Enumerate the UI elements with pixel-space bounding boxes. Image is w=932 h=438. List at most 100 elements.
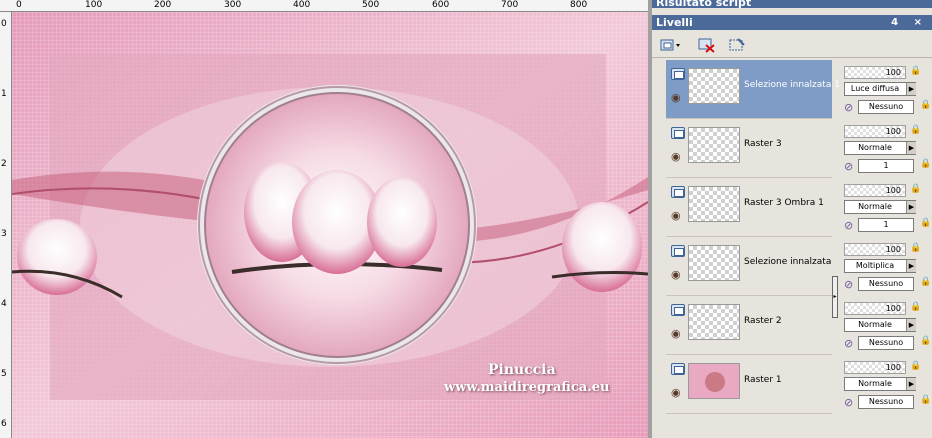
- mask-value[interactable]: 1: [858, 159, 914, 173]
- lock-icon[interactable]: 🔒: [910, 125, 926, 138]
- layer-props-row: 100 🔒 Luce diffusa ▶ ⊘ Nessuno 🔒: [840, 60, 931, 119]
- lock-icon[interactable]: 🔒: [910, 184, 926, 197]
- layer-thumbnail: [688, 127, 740, 163]
- layer-row[interactable]: ◉ Raster 2: [666, 296, 832, 355]
- mask-value[interactable]: Nessuno: [858, 336, 914, 350]
- lock-icon[interactable]: 🔒: [920, 159, 931, 169]
- delete-layer-button[interactable]: [696, 35, 718, 55]
- mask-link-icon: ⊘: [844, 219, 854, 232]
- mask-row: ⊘ Nessuno: [844, 277, 916, 291]
- ruler-label: 2: [1, 159, 7, 169]
- ruler-label: 300: [224, 0, 242, 10]
- ruler-label: 400: [293, 0, 311, 10]
- opacity-slider[interactable]: 100: [844, 243, 906, 256]
- mask-value[interactable]: 1: [858, 218, 914, 232]
- lock-icon[interactable]: 🔒: [910, 66, 926, 79]
- layer-name: Selezione innalzata: [744, 257, 832, 267]
- layer-type-icon: [671, 68, 685, 80]
- visibility-eye-icon[interactable]: ◉: [671, 386, 681, 399]
- script-result-title[interactable]: Risultato script: [652, 0, 932, 8]
- layers-palette: Risultato script Livelli 4 × ◉ Selezione…: [652, 0, 932, 438]
- layer-props-row: 100 🔒 Normale ▶ ⊘ 1 🔒: [840, 119, 931, 178]
- new-layer-icon: [660, 39, 680, 51]
- watermark-name: Pinuccia: [488, 362, 556, 378]
- layer-thumbnail: [688, 363, 740, 399]
- vertical-ruler: 0 1 2 3 4 5 6: [0, 12, 12, 438]
- blend-dropdown-arrow-icon[interactable]: ▶: [906, 201, 916, 213]
- visibility-eye-icon[interactable]: ◉: [671, 150, 681, 163]
- ruler-label: 0: [1, 19, 7, 29]
- visibility-eye-icon[interactable]: ◉: [671, 268, 681, 281]
- blend-dropdown-arrow-icon[interactable]: ▶: [906, 260, 916, 272]
- layer-type-icon: [671, 363, 685, 375]
- layers-title[interactable]: Livelli 4 ×: [652, 15, 932, 30]
- layer-row[interactable]: ◉ Selezione innalzata 1: [666, 60, 840, 119]
- mask-row: ⊘ Nessuno: [844, 336, 916, 350]
- lock-icon[interactable]: 🔒: [920, 395, 931, 405]
- mask-value[interactable]: Nessuno: [858, 395, 914, 409]
- visibility-eye-icon[interactable]: ◉: [671, 91, 681, 104]
- mask-link-icon: ⊘: [844, 337, 854, 350]
- layer-row[interactable]: ◉ Raster 3 Ombra 1: [666, 178, 832, 237]
- opacity-slider[interactable]: 100: [844, 125, 906, 138]
- layer-type-icon: [671, 245, 685, 257]
- lock-icon[interactable]: 🔒: [910, 302, 926, 315]
- visibility-eye-icon[interactable]: ◉: [671, 327, 681, 340]
- layer-thumbnail: [688, 245, 740, 281]
- list-splitter-handle[interactable]: ▸: [832, 276, 838, 318]
- lock-icon[interactable]: 🔒: [920, 218, 931, 228]
- mask-link-icon: ⊘: [844, 101, 854, 114]
- ruler-label: 1: [1, 89, 7, 99]
- blend-dropdown-arrow-icon[interactable]: ▶: [906, 319, 916, 331]
- ruler-label: 200: [154, 0, 172, 10]
- image-canvas[interactable]: Pinuccia www.maidiregrafica.eu: [12, 12, 648, 438]
- mask-row: ⊘ 1: [844, 159, 916, 173]
- mask-link-icon: ⊘: [844, 396, 854, 409]
- mask-icon: [729, 38, 745, 51]
- blend-dropdown-arrow-icon[interactable]: ▶: [906, 142, 916, 154]
- ruler-label: 3: [1, 229, 7, 239]
- new-layer-button[interactable]: [658, 35, 684, 55]
- pin-close-buttons[interactable]: 4 ×: [891, 15, 928, 30]
- ruler-label: 5: [1, 369, 7, 379]
- lock-icon[interactable]: 🔒: [920, 336, 931, 346]
- watermark-url: www.maidiregrafica.eu: [444, 380, 610, 395]
- layer-type-icon: [671, 127, 685, 139]
- ruler-label: 4: [1, 299, 7, 309]
- lock-icon[interactable]: 🔒: [920, 100, 931, 110]
- layer-row[interactable]: ◉ Selezione innalzata: [666, 237, 832, 296]
- layer-properties: 100 🔒 Luce diffusa ▶ ⊘ Nessuno 🔒 100 🔒 N…: [840, 60, 932, 418]
- opacity-slider[interactable]: 100: [844, 184, 906, 197]
- mask-row: ⊘ Nessuno: [844, 100, 916, 114]
- mask-row: ⊘ Nessuno: [844, 395, 916, 409]
- blend-dropdown-arrow-icon[interactable]: ▶: [906, 83, 916, 95]
- layer-thumbnail: [688, 186, 740, 222]
- mask-value[interactable]: Nessuno: [858, 100, 914, 114]
- layer-row[interactable]: ◉ Raster 1: [666, 355, 832, 414]
- lock-icon[interactable]: 🔒: [910, 243, 926, 256]
- layer-props-row: 100 🔒 Normale ▶ ⊘ 1 🔒: [840, 178, 931, 237]
- mask-value[interactable]: Nessuno: [858, 277, 914, 291]
- opacity-slider[interactable]: 100: [844, 302, 906, 315]
- layer-name: Raster 3 Ombra 1: [744, 198, 824, 208]
- visibility-eye-icon[interactable]: ◉: [671, 209, 681, 222]
- opacity-slider[interactable]: 100: [844, 66, 906, 79]
- mask-button[interactable]: [726, 35, 748, 55]
- layer-thumbnail: [688, 304, 740, 340]
- blend-dropdown-arrow-icon[interactable]: ▶: [906, 378, 916, 390]
- lock-icon[interactable]: 🔒: [910, 361, 926, 374]
- layer-type-icon: [671, 304, 685, 316]
- layer-name: Raster 1: [744, 375, 782, 385]
- horizontal-ruler: 0 100 200 300 400 500 600 700 800: [0, 0, 650, 12]
- lock-icon[interactable]: 🔒: [920, 277, 931, 287]
- ruler-label: 0: [16, 0, 22, 10]
- layer-list: ◉ Selezione innalzata 1 ◉ Raster 3 ◉ Ras…: [666, 60, 840, 418]
- layer-row[interactable]: ◉ Raster 3: [666, 119, 832, 178]
- layer-type-icon: [671, 186, 685, 198]
- opacity-slider[interactable]: 100: [844, 361, 906, 374]
- ruler-label: 800: [570, 0, 588, 10]
- layer-name: Raster 2: [744, 316, 782, 326]
- layers-title-text: Livelli: [656, 16, 693, 29]
- ruler-label: 6: [1, 419, 7, 429]
- layer-name: Raster 3: [744, 139, 782, 149]
